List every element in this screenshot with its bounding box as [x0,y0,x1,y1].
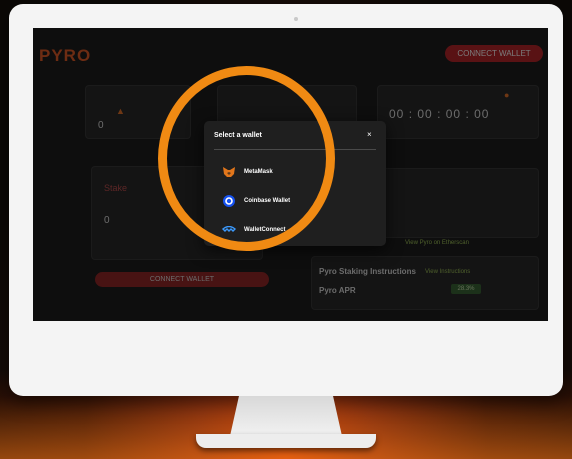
connect-wallet-button[interactable]: CONNECT WALLET [445,45,543,62]
apr-label: Pyro APR [319,286,356,295]
camera-dot [294,17,298,21]
apr-badge: 28.3% [451,284,481,294]
flame-icon: ● [504,90,510,100]
monitor-base [196,434,376,448]
countdown-timer: 00 : 00 : 00 : 00 [389,107,490,121]
amount-input[interactable]: 0 [104,215,110,226]
etherscan-link[interactable]: View Pyro on Etherscan [405,240,469,246]
pyro-logo: PYRO [39,46,92,65]
instructions-link[interactable]: View Instructions [425,269,470,275]
instructions-card [311,256,539,310]
flame-icon: ▲ [116,106,125,116]
stake-label: Stake [104,183,128,193]
instructions-label: Pyro Staking Instructions [319,267,416,276]
monitor-stand [230,396,342,436]
highlight-ring [158,66,335,251]
close-icon[interactable]: × [367,130,372,139]
card-value: 0 [98,120,104,131]
connect-wallet-button-2[interactable]: CONNECT WALLET [95,272,269,287]
